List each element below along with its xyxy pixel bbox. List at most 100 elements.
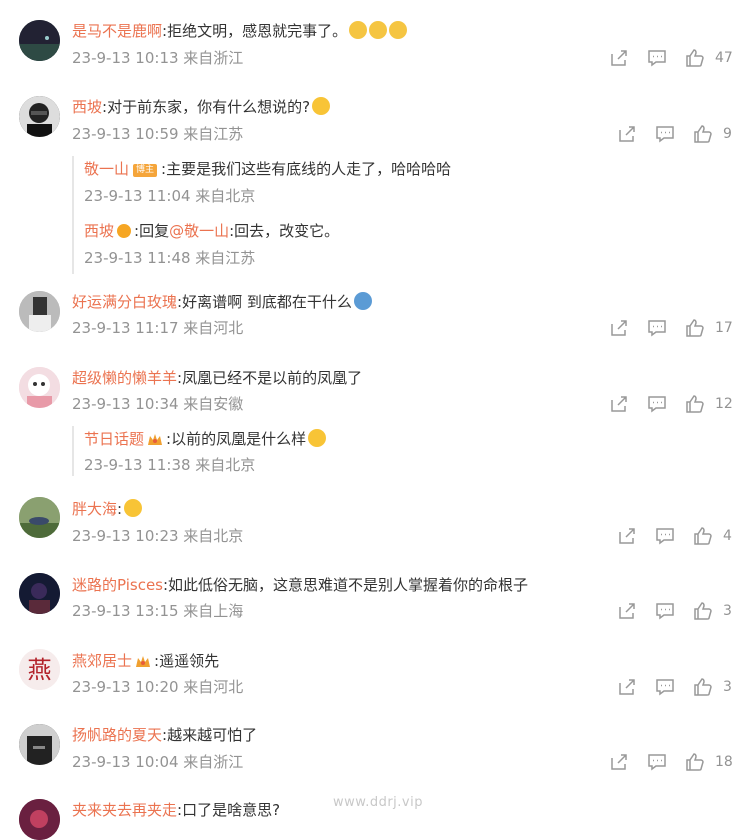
verified-badge-icon [117,224,132,238]
comment-icon[interactable] [655,601,675,621]
author-badge: 博主 [133,164,158,177]
reply-meta: 23-9-13 11:48 来自江苏 [84,249,256,267]
like-count: 47 [715,50,733,66]
avatar[interactable] [19,573,60,614]
laugh-cry-emoji-icon [308,429,327,447]
comment-line: 夹来夹去再夹走:口了是啥意思? [72,799,280,821]
reply-text: :以前的凤凰是什么样 [166,430,307,448]
reply-line: 敬一山 博主:主要是我们这些有底线的人走了，哈哈哈哈 [84,158,451,180]
comment-actions: 3 [609,677,739,697]
avatar[interactable] [19,799,60,840]
scream-emoji-icon [389,21,408,39]
like-icon[interactable] [693,526,713,546]
share-icon[interactable] [617,601,637,621]
like-icon[interactable] [693,124,713,144]
comment-line: 燕郊居士:遥遥领先 [72,650,219,672]
comment-actions: 47 [609,48,739,68]
comment-text: :越来越可怕了 [162,726,258,744]
crown-badge-icon [147,431,163,446]
avatar[interactable] [19,96,63,140]
scream-emoji-icon [369,21,388,39]
reply-list [72,426,84,476]
like-count: 9 [723,126,732,142]
reply-line: 西坡 :回复@敬一山:回去，改变它。 [84,220,339,242]
like-icon[interactable] [685,394,705,414]
avatar[interactable] [19,291,60,332]
username-link[interactable]: 扬帆路的夏天 [72,726,162,744]
comment-meta: 23-9-13 10:34 来自安徽 [72,395,244,413]
avatar[interactable] [19,367,60,408]
comment-icon[interactable] [647,394,667,414]
avatar[interactable] [19,497,60,538]
comment-icon[interactable] [647,48,667,68]
username-link[interactable]: 超级懒的懒羊羊 [72,369,177,387]
comment-line: 西坡:对于前东家，你有什么想说的? [72,96,331,118]
comment-icon[interactable] [647,752,667,772]
username-link[interactable]: 西坡 [84,222,114,240]
reply-list [72,156,84,274]
comment-meta: 23-9-13 10:59 来自江苏 [72,125,244,143]
username-link[interactable]: 好运满分白玫瑰 [72,293,177,311]
like-count: 17 [715,320,733,336]
like-icon[interactable] [685,318,705,338]
comment-meta: 23-9-13 11:17 来自河北 [72,319,244,337]
comment-actions: 18 [609,752,739,772]
username-link[interactable]: 敬一山 [84,160,129,178]
avatar[interactable]: 燕 [19,649,63,693]
share-icon[interactable] [609,752,629,772]
comment-meta: 23-9-13 10:20 来自河北 [72,678,244,696]
comment-text: : [117,500,123,518]
share-icon[interactable] [617,124,637,144]
like-count: 18 [715,754,733,770]
comment-text: :拒绝文明，感恩就完事了。 [162,22,348,40]
comment-line: 超级懒的懒羊羊:凤凰已经不是以前的凤凰了 [72,367,362,389]
share-icon[interactable] [609,48,629,68]
comment-icon[interactable] [647,318,667,338]
comment-icon[interactable] [655,124,675,144]
username-link[interactable]: 节日话题 [84,430,144,448]
like-icon[interactable] [693,601,713,621]
crown-badge-icon [135,653,151,668]
watermark: www.ddrj.vip [333,795,423,810]
username-link[interactable]: 夹来夹去再夹走 [72,801,177,819]
avatar[interactable] [19,20,60,61]
username-link[interactable]: 是马不是鹿啊 [72,22,162,40]
scream-emoji-icon [349,21,368,39]
comment-actions: 9 [609,124,739,144]
comment-actions: 12 [609,394,739,414]
like-icon[interactable] [693,677,713,697]
like-icon[interactable] [685,752,705,772]
reply-prefix: :回复 [134,222,170,240]
username-link[interactable]: 西坡 [72,98,102,116]
grin-emoji-icon [312,97,331,115]
comment-text: :对于前东家，你有什么想说的? [102,98,311,116]
like-count: 3 [723,603,732,619]
comment-line: 胖大海: [72,498,143,520]
mention-link[interactable]: @敬一山 [169,222,229,240]
like-icon[interactable] [685,48,705,68]
share-icon[interactable] [617,526,637,546]
avatar[interactable] [19,724,60,765]
reply-meta: 23-9-13 11:38 来自北京 [84,456,256,474]
username-link[interactable]: 迷路的Pisces [72,576,163,594]
comment-icon[interactable] [655,677,675,697]
comment-meta: 23-9-13 10:23 来自北京 [72,527,244,545]
reply-text: :主要是我们这些有底线的人走了，哈哈哈哈 [161,160,452,178]
username-link[interactable]: 胖大海 [72,500,117,518]
cry-emoji-icon [124,499,143,517]
comment-text: :如此低俗无脑，这意思难道不是别人掌握着你的命根子 [163,576,529,594]
comment-actions: 3 [609,601,739,621]
avatar-glyph: 燕 [28,656,52,684]
reply-text: :回去，改变它。 [229,222,340,240]
comment-line: 扬帆路的夏天:越来越可怕了 [72,724,257,746]
comment-text: :好离谱啊 到底都在干什么 [177,293,352,311]
username-link[interactable]: 燕郊居士 [72,652,132,670]
comment-icon[interactable] [655,526,675,546]
share-icon[interactable] [617,677,637,697]
doge-emoji-icon [353,292,372,310]
share-icon[interactable] [609,394,629,414]
comment-line: 好运满分白玫瑰:好离谱啊 到底都在干什么 [72,291,372,313]
comment-actions: 17 [609,318,739,338]
comment-text: :凤凰已经不是以前的凤凰了 [177,369,363,387]
share-icon[interactable] [609,318,629,338]
